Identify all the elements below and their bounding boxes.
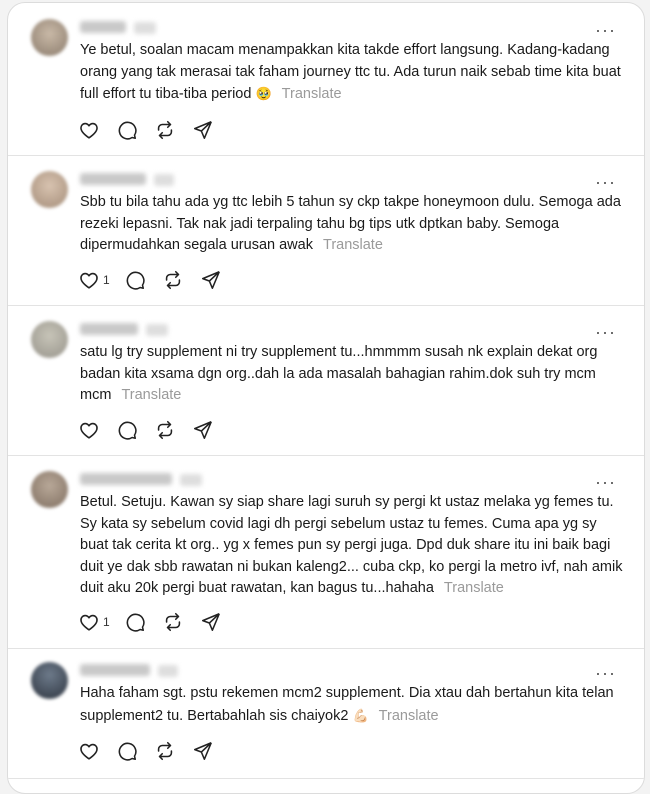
repost-icon — [165, 270, 180, 290]
username[interactable] — [80, 473, 172, 485]
share-button[interactable] — [192, 740, 214, 762]
reply-post: ··· Haha faham sgt. pstu rekemen mcm2 su… — [8, 648, 644, 779]
more-icon[interactable]: ··· — [595, 473, 616, 491]
share-button[interactable] — [200, 611, 222, 633]
repost-icon — [157, 741, 173, 761]
translate-link[interactable]: Translate — [282, 86, 342, 102]
like-button[interactable]: 1 — [78, 611, 116, 633]
reply-text: Ye betul, soalan macam menampakkan kita … — [80, 40, 625, 106]
comment-icon — [118, 121, 137, 140]
like-count: 1 — [103, 615, 110, 629]
reply-button[interactable] — [124, 611, 146, 633]
heart-icon — [80, 122, 98, 139]
username[interactable] — [80, 323, 138, 335]
reply-button[interactable] — [116, 419, 138, 441]
like-count: 1 — [103, 273, 110, 287]
username[interactable] — [80, 664, 150, 676]
avatar[interactable] — [31, 19, 68, 56]
action-bar: 1 — [78, 268, 238, 292]
reply-text: satu lg try supplement ni try supplement… — [80, 342, 625, 407]
action-bar: 1 — [78, 610, 238, 634]
like-button[interactable]: 1 — [78, 269, 116, 291]
emoji: 💪🏻 — [352, 707, 369, 723]
reply-text: Betul. Setuju. Kawan sy siap share lagi … — [80, 492, 625, 600]
action-bar — [78, 418, 230, 442]
action-bar — [78, 118, 230, 142]
repost-icon — [165, 612, 180, 632]
avatar[interactable] — [31, 171, 68, 208]
repost-icon — [157, 120, 173, 140]
heart-icon — [80, 743, 98, 760]
comment-icon — [118, 742, 137, 761]
repost-button[interactable] — [154, 419, 176, 441]
send-icon — [201, 271, 220, 290]
reply-post: ··· satu lg try supplement ni try supple… — [8, 305, 644, 456]
reply-post: ··· Ye betul, soalan macam menampakkan k… — [8, 3, 644, 156]
like-button[interactable] — [78, 119, 100, 141]
reply-post: ··· Betul. Setuju. Kawan sy siap share l… — [8, 455, 644, 649]
comment-icon — [118, 421, 137, 440]
comment-icon — [126, 613, 145, 632]
username[interactable] — [80, 173, 146, 185]
reply-text: Haha faham sgt. pstu rekemen mcm2 supple… — [80, 683, 625, 727]
share-button[interactable] — [200, 269, 222, 291]
translate-link[interactable]: Translate — [323, 237, 383, 253]
repost-button[interactable] — [162, 611, 184, 633]
heart-icon — [80, 614, 98, 631]
timestamp — [180, 474, 202, 486]
heart-icon — [80, 272, 98, 289]
username[interactable] — [80, 21, 126, 33]
emoji: 🥹 — [255, 86, 272, 101]
translate-link[interactable]: Translate — [379, 708, 439, 724]
timestamp — [154, 174, 174, 186]
share-button[interactable] — [192, 419, 214, 441]
more-icon[interactable]: ··· — [595, 173, 616, 191]
send-icon — [193, 742, 212, 761]
translate-link[interactable]: Translate — [444, 580, 504, 596]
comment-icon — [126, 271, 145, 290]
repost-button[interactable] — [162, 269, 184, 291]
reply-body: Betul. Setuju. Kawan sy siap share lagi … — [80, 494, 623, 596]
more-icon[interactable]: ··· — [595, 664, 616, 682]
more-icon[interactable]: ··· — [595, 21, 616, 39]
timestamp — [134, 22, 156, 34]
timestamp — [158, 665, 178, 677]
reply-button[interactable] — [116, 740, 138, 762]
send-icon — [193, 421, 212, 440]
replies-feed: ··· Ye betul, soalan macam menampakkan k… — [7, 2, 645, 794]
repost-button[interactable] — [154, 740, 176, 762]
translate-link[interactable]: Translate — [121, 387, 181, 403]
reply-body: Haha faham sgt. pstu rekemen mcm2 supple… — [80, 685, 614, 724]
avatar[interactable] — [31, 321, 68, 358]
share-button[interactable] — [192, 119, 214, 141]
avatar[interactable] — [31, 471, 68, 508]
like-button[interactable] — [78, 419, 100, 441]
reply-body: Ye betul, soalan macam menampakkan kita … — [80, 42, 621, 102]
reply-text: Sbb tu bila tahu ada yg ttc lebih 5 tahu… — [80, 192, 625, 257]
send-icon — [193, 121, 212, 140]
reply-button[interactable] — [124, 269, 146, 291]
more-icon[interactable]: ··· — [595, 323, 616, 341]
action-bar — [78, 739, 230, 763]
repost-icon — [157, 420, 173, 440]
reply-post: ··· Sbb tu bila tahu ada yg ttc lebih 5 … — [8, 155, 644, 306]
send-icon — [201, 613, 220, 632]
repost-button[interactable] — [154, 119, 176, 141]
timestamp — [146, 324, 168, 336]
heart-icon — [80, 422, 98, 439]
reply-button[interactable] — [116, 119, 138, 141]
like-button[interactable] — [78, 740, 100, 762]
avatar[interactable] — [31, 662, 68, 699]
